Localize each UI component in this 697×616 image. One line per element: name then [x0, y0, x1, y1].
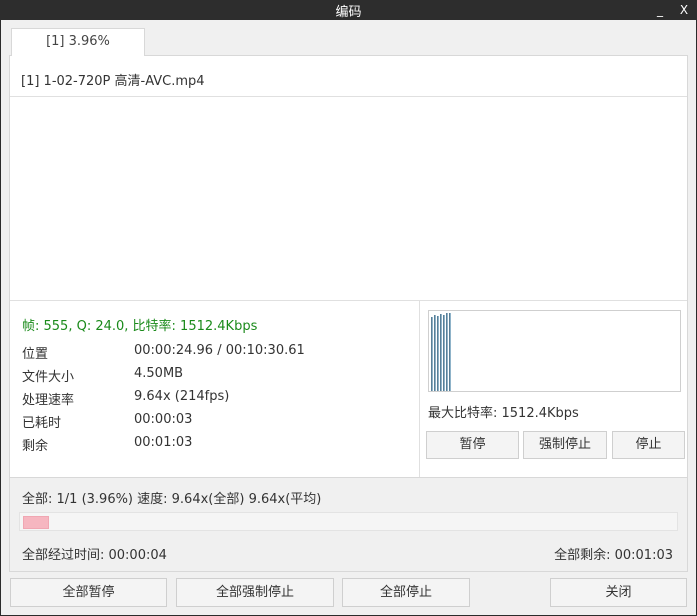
stop-all-button[interactable]: 全部停止 — [342, 578, 470, 607]
window-title: 编码 — [335, 5, 362, 20]
stat-label-file-size: 文件大小 — [22, 370, 75, 385]
graph-bar — [431, 317, 433, 391]
close-window-button[interactable]: X — [674, 0, 694, 20]
stat-label-position: 位置 — [22, 347, 49, 362]
stat-label-speed: 处理速率 — [22, 393, 75, 408]
graph-bar — [449, 313, 451, 391]
stat-label-elapsed: 已耗时 — [22, 416, 62, 431]
stat-value-elapsed: 00:00:03 — [134, 412, 193, 427]
stop-button[interactable]: 停止 — [612, 431, 685, 459]
log-area — [10, 98, 687, 299]
bitrate-graph — [428, 310, 681, 392]
stat-value-file-size: 4.50MB — [134, 366, 184, 381]
force-stop-button[interactable]: 强制停止 — [523, 431, 607, 459]
overall-elapsed: 全部经过时间: 00:00:04 — [22, 548, 167, 563]
frame-quality-bitrate: 帧: 555, Q: 24.0, 比特率: 1512.4Kbps — [22, 319, 258, 334]
force-stop-all-button[interactable]: 全部强制停止 — [176, 578, 334, 607]
overall-summary: 全部: 1/1 (3.96%) 速度: 9.64x(全部) 9.64x(平均) — [22, 492, 322, 507]
task-panel: [1] 1-02-720P 高清-AVC.mp4 帧: 555, Q: 24.0… — [9, 55, 688, 485]
title-bar: 编码 _ X — [0, 0, 697, 20]
file-name: [1] 1-02-720P 高清-AVC.mp4 — [21, 74, 205, 89]
stat-label-remaining: 剩余 — [22, 439, 49, 454]
graph-bar — [440, 314, 442, 391]
overall-progress-fill — [23, 516, 49, 529]
minimize-button[interactable]: _ — [650, 0, 670, 20]
graph-bar — [443, 315, 445, 391]
overall-progress-bar — [19, 512, 678, 531]
stat-value-speed: 9.64x (214fps) — [134, 389, 230, 404]
encode-stats: 帧: 555, Q: 24.0, 比特率: 1512.4Kbps 位置 00:0… — [10, 300, 420, 484]
pause-button[interactable]: 暂停 — [426, 431, 519, 459]
max-bitrate: 最大比特率: 1512.4Kbps — [428, 406, 579, 421]
close-button[interactable]: 关闭 — [550, 578, 687, 607]
file-header: [1] 1-02-720P 高清-AVC.mp4 — [10, 56, 687, 97]
encode-dialog: [1] 3.96% [1] 1-02-720P 高清-AVC.mp4 帧: 55… — [1, 20, 696, 615]
overall-remaining: 全部剩余: 00:01:03 — [554, 548, 673, 563]
overall-progress-panel: 全部: 1/1 (3.96%) 速度: 9.64x(全部) 9.64x(平均) … — [9, 477, 688, 572]
graph-bar — [437, 316, 439, 391]
stat-value-remaining: 00:01:03 — [134, 435, 193, 450]
graph-bar — [446, 313, 448, 391]
bitrate-pane: 最大比特率: 1512.4Kbps 暂停 强制停止 停止 — [420, 300, 687, 484]
pause-all-button[interactable]: 全部暂停 — [10, 578, 167, 607]
tab-task-1[interactable]: [1] 3.96% — [11, 28, 145, 56]
graph-bar — [434, 315, 436, 391]
stat-value-position: 00:00:24.96 / 00:10:30.61 — [134, 343, 305, 358]
